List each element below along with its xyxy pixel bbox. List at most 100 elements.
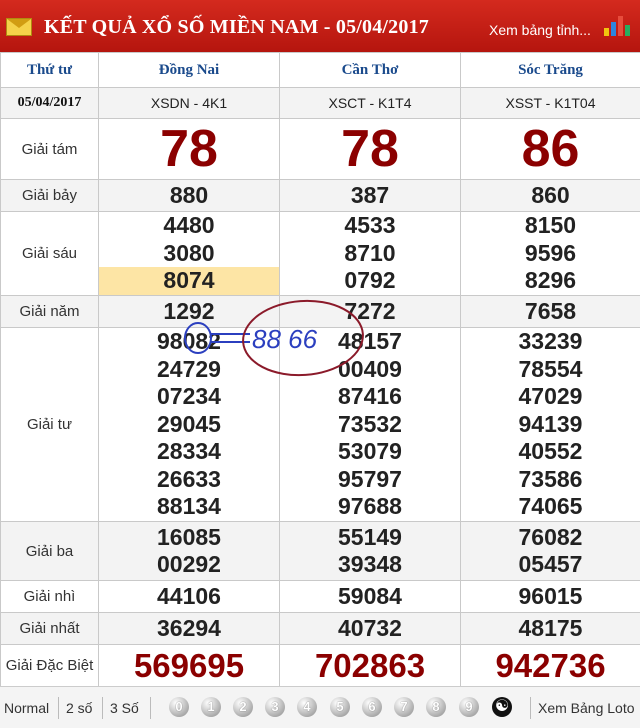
prize-cell: 55149 39348 — [279, 521, 461, 581]
digit-ball-8[interactable]: 8 — [426, 697, 446, 717]
view-province-table-link[interactable]: Xem bảng tỉnh... — [489, 22, 591, 38]
prize-number: 39348 — [338, 551, 402, 577]
envelope-icon — [6, 18, 32, 36]
prize-number: 48157 — [338, 328, 402, 355]
prize-label: Giải tư — [0, 327, 99, 522]
prize-number: 98082 — [157, 328, 221, 355]
prize-cell: 48157 00409 87416 73532 53079 95797 9768… — [279, 327, 461, 522]
ticket-code: XSCT - K1T4 — [279, 87, 461, 119]
province-header[interactable]: Đồng Nai — [98, 52, 280, 88]
view-loto-table-link[interactable]: Xem Bảng Loto — [538, 700, 635, 716]
prize-number: 78 — [98, 118, 280, 180]
prize-number: 387 — [279, 179, 461, 212]
prize-number: 7658 — [460, 295, 640, 328]
special-prize-number: 569695 — [98, 644, 280, 687]
prize-number: 73532 — [338, 410, 402, 437]
digit-ball-3[interactable]: 3 — [265, 697, 285, 717]
divider — [150, 697, 151, 719]
footer-toolbar: Normal 2 số 3 Số 0 1 2 3 4 5 6 7 8 9 ☯ X… — [0, 686, 640, 728]
prize-label: Giải sáu — [0, 211, 99, 296]
prize-number: 47029 — [518, 383, 583, 410]
prize-number: 86 — [460, 118, 640, 180]
prize-label: Giải nhất — [0, 612, 99, 645]
prize-number: 28334 — [157, 438, 221, 465]
digit-ball-7[interactable]: 7 — [394, 697, 414, 717]
divider — [58, 697, 59, 719]
digit-ball-0[interactable]: 0 — [169, 697, 189, 717]
prize-number: 53079 — [338, 438, 402, 465]
prize-number: 26633 — [157, 465, 221, 492]
prize-number: 1292 — [98, 295, 280, 328]
prize-number: 40552 — [518, 438, 583, 465]
prize-number: 97688 — [338, 493, 402, 520]
prize-number: 00292 — [157, 551, 221, 577]
prize-number: 55149 — [338, 523, 402, 550]
digit-ball-2[interactable]: 2 — [233, 697, 253, 717]
divider — [530, 697, 531, 719]
prize-cell: 4480 3080 8074 — [98, 211, 280, 296]
prize-number: 40732 — [279, 612, 461, 645]
prize-number: 78 — [279, 118, 461, 180]
prize-number: 76082 — [518, 523, 583, 550]
prize-cell: 8150 9596 8296 — [460, 211, 640, 296]
yin-yang-icon[interactable]: ☯ — [492, 697, 512, 717]
prize-number: 8150 — [524, 212, 577, 239]
option-normal[interactable]: Normal — [4, 700, 49, 716]
province-header[interactable]: Cần Thơ — [279, 52, 461, 88]
prize-number: 36294 — [98, 612, 280, 645]
prize-number: 87416 — [338, 383, 402, 410]
prize-cell: 4533 8710 0792 — [279, 211, 461, 296]
draw-date: 05/04/2017 — [0, 87, 99, 119]
prize-cell: 16085 00292 — [98, 521, 280, 581]
day-header: Thứ tư — [0, 52, 99, 88]
special-prize-number: 702863 — [279, 644, 461, 687]
prize-label: Giải nhì — [0, 580, 99, 613]
prize-cell: 33239 78554 47029 94139 40552 73586 7406… — [460, 327, 640, 522]
results-header: KẾT QUẢ XỔ SỐ MIỀN NAM - 05/04/2017 Xem … — [0, 0, 640, 52]
prize-number: 4533 — [344, 212, 396, 239]
prize-number: 88134 — [157, 493, 221, 520]
prize-number: 95797 — [338, 465, 402, 492]
prize-label: Giải năm — [0, 295, 99, 328]
prize-number: 73586 — [518, 465, 583, 492]
prize-number: 94139 — [518, 410, 583, 437]
prize-number: 96015 — [460, 580, 640, 613]
prize-number: 3080 — [163, 239, 215, 266]
prize-number: 0792 — [344, 267, 396, 294]
divider — [102, 697, 103, 719]
prize-number: 44106 — [98, 580, 280, 613]
prize-label: Giải tám — [0, 118, 99, 180]
prize-number: 860 — [460, 179, 640, 212]
digit-ball-1[interactable]: 1 — [201, 697, 221, 717]
prize-number: 78554 — [518, 355, 583, 382]
results-table: Thứ tư Đồng Nai Cần Thơ Sóc Trăng 05/04/… — [0, 52, 640, 687]
prize-number: 8710 — [344, 239, 396, 266]
prize-number: 16085 — [157, 523, 221, 550]
digit-ball-4[interactable]: 4 — [297, 697, 317, 717]
prize-number: 07234 — [157, 383, 221, 410]
prize-label: Giải bảy — [0, 179, 99, 212]
prize-number: 00409 — [338, 355, 402, 382]
prize-number: 880 — [98, 179, 280, 212]
option-3-digits[interactable]: 3 Số — [110, 700, 139, 716]
prize-number: 7272 — [279, 295, 461, 328]
prize-number: 33239 — [518, 328, 583, 355]
ticket-code: XSDN - 4K1 — [98, 87, 280, 119]
prize-number: 4480 — [163, 212, 215, 239]
prize-label: Giải Đặc Biệt — [0, 644, 99, 687]
prize-number: 74065 — [518, 493, 583, 520]
prize-number: 24729 — [157, 355, 221, 382]
province-header[interactable]: Sóc Trăng — [460, 52, 640, 88]
page-title: KẾT QUẢ XỔ SỐ MIỀN NAM - 05/04/2017 — [44, 16, 429, 38]
prize-cell: 98082 24729 07234 29045 28334 26633 8813… — [98, 327, 280, 522]
prize-number: 9596 — [524, 239, 577, 266]
bar-chart-icon[interactable] — [604, 14, 630, 36]
prize-cell: 76082 05457 — [460, 521, 640, 581]
prize-number: 48175 — [460, 612, 640, 645]
digit-ball-9[interactable]: 9 — [459, 697, 479, 717]
digit-ball-6[interactable]: 6 — [362, 697, 382, 717]
prize-number: 05457 — [518, 551, 583, 577]
prize-number: 59084 — [279, 580, 461, 613]
option-2-digits[interactable]: 2 số — [66, 700, 92, 716]
digit-ball-5[interactable]: 5 — [330, 697, 350, 717]
